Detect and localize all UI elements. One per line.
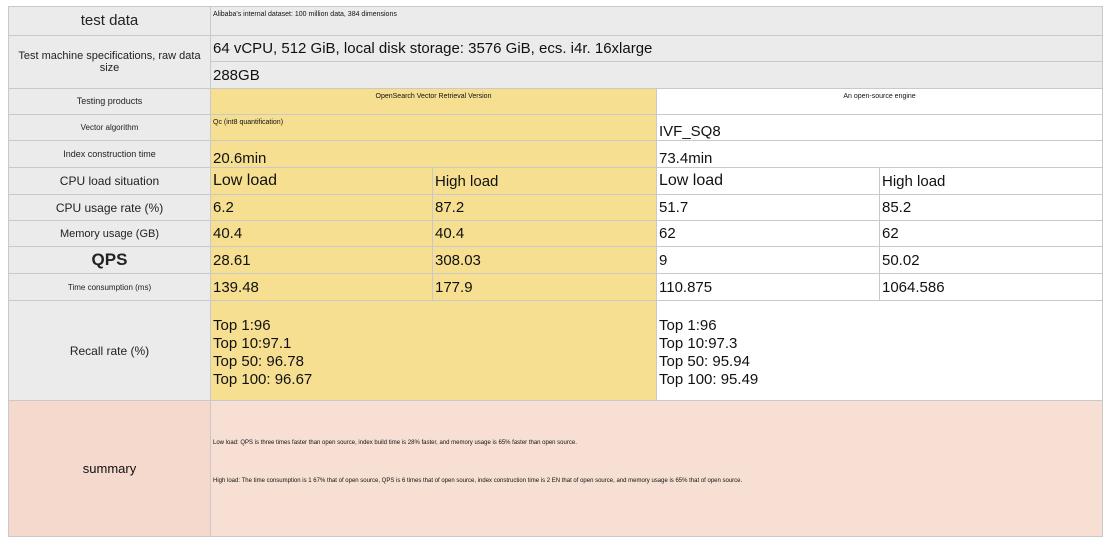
index-time-opensearch: 20.6min xyxy=(210,140,657,168)
recall-os-top50: Top 50: 96.78 xyxy=(213,352,304,370)
memory-os-high: 40.4 xyxy=(432,220,657,247)
machine-spec-label: Test machine specifications, raw data si… xyxy=(8,35,211,89)
time-os-high: 177.9 xyxy=(432,273,657,301)
recall-src-top100: Top 100: 95.49 xyxy=(659,370,759,388)
row-memory: Memory usage (GB) 40.4 40.4 62 62 xyxy=(8,220,1104,247)
src-high-load-header: High load xyxy=(878,167,1104,195)
recall-opensearch: Top 1:96 Top 10:97.1 Top 50: 96.78 Top 1… xyxy=(210,300,657,401)
algorithm-label: Vector algorithm xyxy=(8,114,211,141)
recall-os-top10: Top 10:97.1 xyxy=(213,334,292,352)
algorithm-opensearch: Qc (int8 quantification) xyxy=(210,114,657,141)
product-opensearch: OpenSearch Vector Retrieval Version xyxy=(210,88,657,115)
summary-low-load: Low load: QPS is three times faster than… xyxy=(213,440,577,446)
src-low-load-header: Low load xyxy=(656,167,880,195)
recall-os-top100: Top 100: 96.67 xyxy=(213,370,313,388)
algorithm-opensource: IVF_SQ8 xyxy=(655,114,1104,141)
time-label: Time consumption (ms) xyxy=(8,273,211,301)
recall-src-top1: Top 1:96 xyxy=(659,316,717,334)
os-high-load-header: High load xyxy=(432,167,657,195)
row-cpu-load: CPU load situation Low load High load Lo… xyxy=(8,167,1104,195)
test-data-label: test data xyxy=(8,6,211,36)
qps-label: QPS xyxy=(8,246,211,274)
row-algorithm: Vector algorithm Qc (int8 quantification… xyxy=(8,114,1104,141)
cpu-usage-src-low: 51.7 xyxy=(656,194,880,221)
summary-high-load: High load: The time consumption is 1 67%… xyxy=(213,478,743,484)
benchmark-table: test data Alibaba's internal dataset: 10… xyxy=(8,6,1104,537)
cpu-usage-os-low: 6.2 xyxy=(210,194,433,221)
benchmark-table-container: test data Alibaba's internal dataset: 10… xyxy=(8,6,1104,540)
row-products: Testing products OpenSearch Vector Retri… xyxy=(8,88,1104,115)
cpu-usage-src-high: 85.2 xyxy=(878,194,1104,221)
test-data-value: Alibaba's internal dataset: 100 million … xyxy=(209,6,1104,36)
row-qps: QPS 28.61 308.03 9 50.02 xyxy=(8,246,1104,274)
recall-src-top10: Top 10:97.3 xyxy=(659,334,738,352)
memory-label: Memory usage (GB) xyxy=(8,220,211,247)
memory-src-high: 62 xyxy=(878,220,1104,247)
row-machine-spec: Test machine specifications, raw data si… xyxy=(8,35,1104,89)
cpu-usage-os-high: 87.2 xyxy=(432,194,657,221)
qps-os-low: 28.61 xyxy=(210,246,433,274)
memory-src-low: 62 xyxy=(656,220,880,247)
qps-src-low: 9 xyxy=(656,246,880,274)
os-low-load-header: Low load xyxy=(210,167,433,195)
summary-content: Low load: QPS is three times faster than… xyxy=(209,400,1104,537)
time-os-low: 139.48 xyxy=(210,273,433,301)
row-cpu-usage: CPU usage rate (%) 6.2 87.2 51.7 85.2 xyxy=(8,194,1104,221)
qps-os-high: 308.03 xyxy=(432,246,657,274)
memory-os-low: 40.4 xyxy=(210,220,433,247)
row-recall: Recall rate (%) Top 1:96 Top 10:97.1 Top… xyxy=(8,300,1104,401)
row-test-data: test data Alibaba's internal dataset: 10… xyxy=(8,6,1104,36)
qps-src-high: 50.02 xyxy=(878,246,1104,274)
time-src-low: 110.875 xyxy=(656,273,880,301)
index-time-label: Index construction time xyxy=(8,140,211,168)
product-opensource: An open-source engine xyxy=(655,88,1104,115)
summary-label: summary xyxy=(8,400,211,537)
recall-os-top1: Top 1:96 xyxy=(213,316,271,334)
machine-spec-value: 64 vCPU, 512 GiB, local disk storage: 35… xyxy=(209,35,1104,62)
index-time-opensource: 73.4min xyxy=(655,140,1104,168)
data-size-value: 288GB xyxy=(209,61,1104,89)
row-time: Time consumption (ms) 139.48 177.9 110.8… xyxy=(8,273,1104,301)
recall-src-top50: Top 50: 95.94 xyxy=(659,352,750,370)
products-label: Testing products xyxy=(8,88,211,115)
time-src-high: 1064.586 xyxy=(878,273,1104,301)
recall-label: Recall rate (%) xyxy=(8,300,211,401)
row-index-time: Index construction time 20.6min 73.4min xyxy=(8,140,1104,168)
cpu-load-label: CPU load situation xyxy=(8,167,211,195)
row-summary: summary Low load: QPS is three times fas… xyxy=(8,400,1104,537)
recall-opensource: Top 1:96 Top 10:97.3 Top 50: 95.94 Top 1… xyxy=(655,300,1104,401)
cpu-usage-label: CPU usage rate (%) xyxy=(8,194,211,221)
